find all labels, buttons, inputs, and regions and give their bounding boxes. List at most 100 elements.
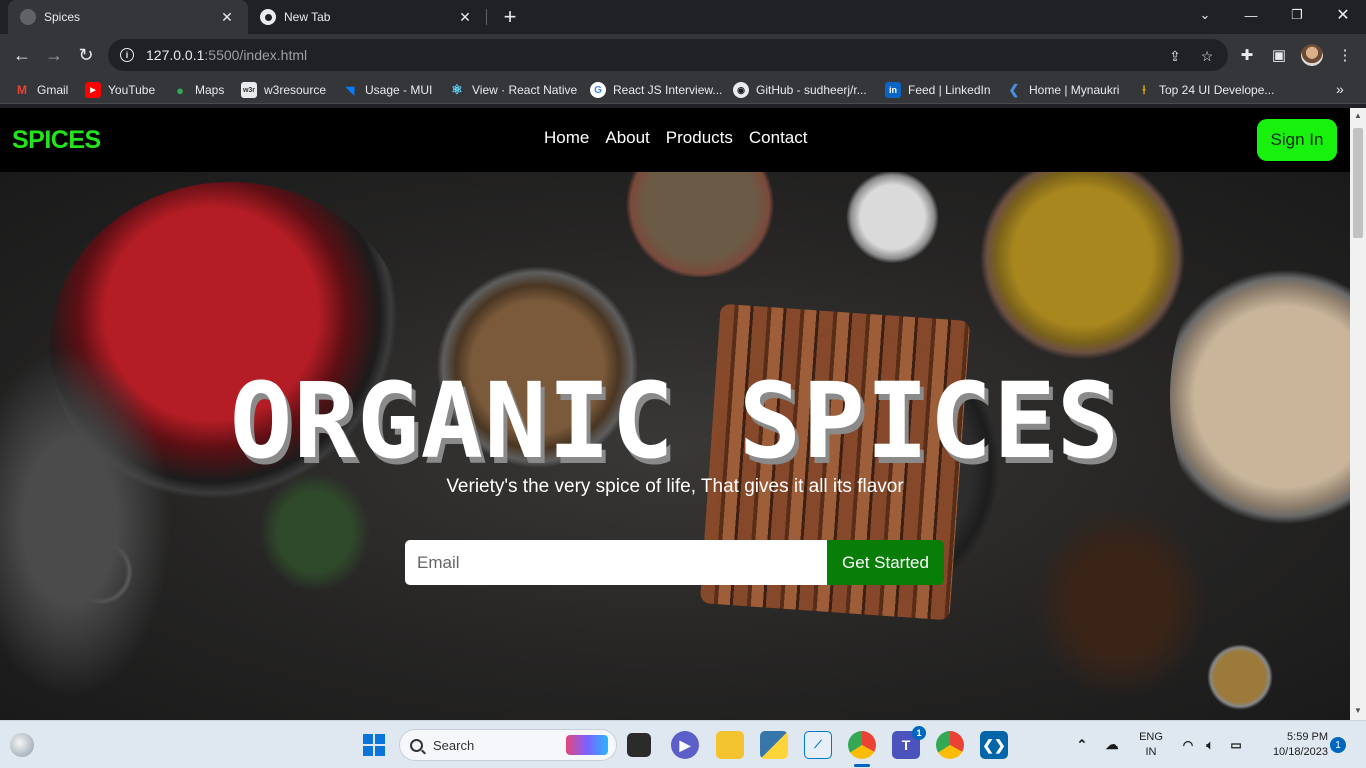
- bookmark-linkedin[interactable]: in Feed | LinkedIn: [885, 81, 991, 99]
- teams-chat-icon[interactable]: ▶: [671, 731, 699, 759]
- get-started-button[interactable]: Get Started: [827, 540, 944, 585]
- nav-link-home[interactable]: Home: [544, 128, 589, 148]
- signup-form: Get Started: [405, 540, 944, 585]
- bookmark-label: w3resource: [264, 83, 327, 97]
- clock-date: 10/18/2023: [1272, 746, 1328, 758]
- react-icon: ⚛: [451, 82, 463, 97]
- bookmark-github[interactable]: ◉ GitHub - sudheerj/r...: [733, 81, 867, 99]
- tab-separator: [486, 9, 487, 25]
- profile-avatar[interactable]: [1301, 44, 1323, 66]
- forward-arrow-icon[interactable]: →: [42, 43, 66, 67]
- tab-title: Spices: [44, 10, 81, 24]
- scroll-down-arrow-icon[interactable]: ▼: [1354, 707, 1362, 715]
- site-info-icon[interactable]: i: [120, 48, 134, 62]
- cumin-bowl-image: [600, 172, 800, 277]
- url-path: :5500/index.html: [204, 47, 308, 63]
- bookmark-star-icon[interactable]: ☆: [1198, 47, 1216, 65]
- bookmark-youtube[interactable]: ▶ YouTube: [85, 81, 155, 99]
- bookmark-label: React JS Interview...: [613, 83, 723, 97]
- sign-in-button[interactable]: Sign In: [1257, 119, 1337, 161]
- teams-icon[interactable]: T1: [892, 726, 926, 759]
- minimize-button[interactable]: —: [1228, 0, 1274, 30]
- bookmark-label: Usage - MUI: [365, 83, 433, 97]
- language-code: ENG: [1139, 731, 1163, 743]
- taskbar-search-box[interactable]: Search: [399, 729, 617, 761]
- side-panel-icon[interactable]: ▣: [1270, 46, 1288, 64]
- nav-link-about[interactable]: About: [605, 128, 649, 148]
- more-bookmarks-icon[interactable]: »: [1336, 81, 1344, 97]
- address-bar[interactable]: i 127.0.0.1:5500/index.html ⇪ ☆: [108, 39, 1228, 71]
- battery-icon[interactable]: ▭: [1222, 731, 1250, 759]
- linkedin-icon: in: [885, 82, 901, 98]
- extensions-puzzle-icon[interactable]: ✚: [1238, 46, 1256, 64]
- reload-icon[interactable]: ↻: [74, 43, 98, 67]
- region-code: IN: [1145, 746, 1157, 758]
- file-explorer-icon[interactable]: [716, 731, 744, 759]
- bookmark-ui-developer[interactable]: ⟊ Top 24 UI Develope...: [1136, 81, 1274, 99]
- teams-badge: 1: [912, 726, 926, 740]
- volume-icon[interactable]: 🔈︎: [1196, 731, 1224, 759]
- share-icon[interactable]: ⇪: [1166, 47, 1184, 65]
- nav-link-products[interactable]: Products: [666, 128, 733, 148]
- bookmark-react-interview[interactable]: G React JS Interview...: [590, 81, 722, 99]
- scroll-thumb[interactable]: [1353, 128, 1363, 238]
- restore-button[interactable]: ❐: [1274, 0, 1320, 30]
- bookmark-label: Maps: [195, 83, 225, 97]
- site-logo[interactable]: SPICES: [12, 126, 101, 155]
- page-scrollbar[interactable]: ▲ ▼: [1350, 108, 1366, 720]
- mui-icon: ◥: [345, 84, 355, 97]
- page-viewport: SPICES Home About Products Contact Sign …: [0, 108, 1350, 720]
- site-navbar: SPICES Home About Products Contact Sign …: [0, 108, 1350, 172]
- maps-icon: ●: [176, 82, 184, 98]
- email-input[interactable]: [405, 540, 827, 585]
- nav-link-contact[interactable]: Contact: [749, 128, 808, 148]
- bookmark-page-icon: ⟊: [1142, 82, 1146, 97]
- bookmark-label: YouTube: [108, 83, 156, 97]
- scroll-up-arrow-icon[interactable]: ▲: [1354, 112, 1362, 120]
- bookmark-label: View · React Native: [472, 83, 578, 97]
- close-window-button[interactable]: ✕: [1320, 0, 1366, 30]
- show-hidden-icons-chevron-icon[interactable]: ⌃: [1068, 731, 1096, 759]
- bookmark-w3resource[interactable]: w3r w3resource: [241, 81, 326, 99]
- close-tab-icon[interactable]: ✕: [456, 8, 474, 26]
- language-indicator[interactable]: ENG IN: [1137, 730, 1165, 760]
- mustard-spoon-image: [1200, 637, 1280, 717]
- windows-start-icon[interactable]: [360, 731, 388, 759]
- app-icon[interactable]: ⟋: [804, 731, 832, 759]
- bookmark-label: GitHub - sudheerj/r...: [756, 83, 867, 97]
- gmail-icon: M: [17, 83, 27, 97]
- more-menu-icon[interactable]: ⋮: [1336, 46, 1354, 64]
- bookmarks-bar: M Gmail ▶ YouTube ● Maps w3r w3resource …: [0, 76, 1366, 104]
- tab-search-chevron-icon[interactable]: ⌄: [1182, 0, 1228, 30]
- salt-bowl-image: [830, 172, 955, 267]
- bookmark-gmail[interactable]: M Gmail: [14, 81, 68, 99]
- python-icon[interactable]: [760, 731, 788, 759]
- bookmark-label: Top 24 UI Develope...: [1159, 83, 1275, 97]
- turmeric-bowl-image: [955, 172, 1210, 362]
- bookmark-mynaukri[interactable]: ❮ Home | Mynaukri: [1006, 81, 1120, 99]
- bookmark-react-native[interactable]: ⚛ View · React Native: [449, 81, 577, 99]
- vscode-icon[interactable]: ❮❯: [980, 731, 1008, 759]
- active-indicator: [854, 764, 870, 767]
- close-tab-icon[interactable]: ✕: [218, 8, 236, 26]
- weather-widget-icon[interactable]: [10, 733, 34, 757]
- main-menu: Home About Products Contact: [544, 128, 807, 148]
- new-tab-button[interactable]: +: [498, 4, 522, 29]
- task-view-icon[interactable]: [627, 733, 651, 757]
- chrome-profile-taskbar-icon[interactable]: [936, 731, 964, 759]
- tab-spices[interactable]: Spices ✕: [8, 0, 248, 34]
- notification-badge[interactable]: 1: [1330, 737, 1346, 753]
- chrome-taskbar-icon[interactable]: [848, 731, 876, 767]
- back-arrow-icon[interactable]: ←: [10, 43, 34, 67]
- hero-title: ORGANIC SPICES: [229, 360, 1121, 482]
- tab-new-tab[interactable]: New Tab ✕: [248, 0, 486, 34]
- bookmark-maps[interactable]: ● Maps: [172, 81, 224, 99]
- clock[interactable]: 5:59 PM 10/18/2023: [1258, 730, 1328, 760]
- bookmark-mui[interactable]: ◥ Usage - MUI: [342, 81, 433, 99]
- clock-time: 5:59 PM: [1287, 731, 1328, 743]
- star-anise-image: [1020, 492, 1220, 712]
- search-highlight-icon: [566, 735, 608, 755]
- url-host: 127.0.0.1: [146, 47, 205, 63]
- hero-section: ORGANIC SPICES Veriety's the very spice …: [0, 172, 1350, 720]
- onedrive-icon[interactable]: ☁: [1098, 731, 1126, 759]
